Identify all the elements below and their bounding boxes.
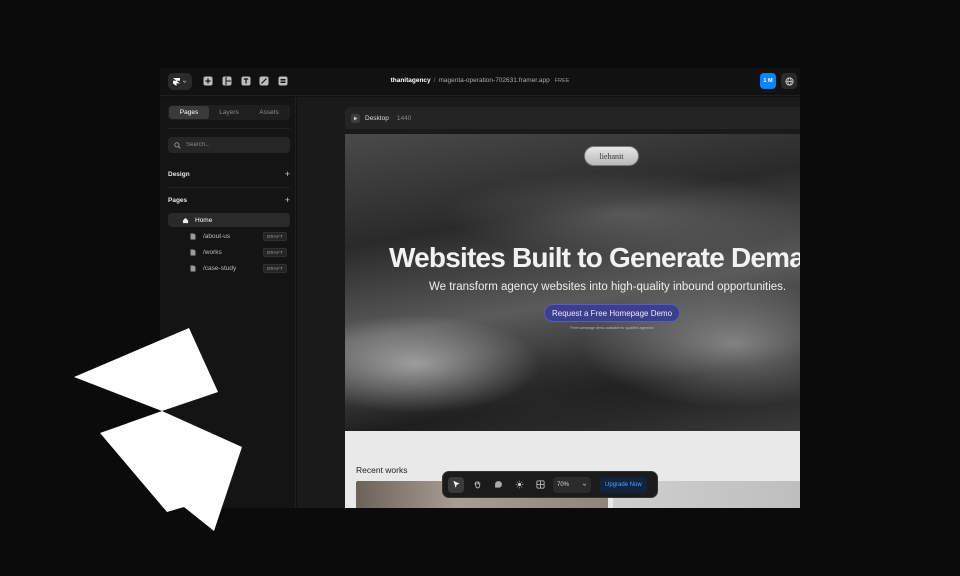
globe-icon (784, 76, 794, 86)
search-box (168, 137, 290, 153)
recent-works-heading[interactable]: Recent works (356, 465, 408, 475)
divider (168, 128, 290, 129)
draft-badge: DRAFT (263, 264, 287, 273)
publish-globe-button[interactable] (781, 73, 797, 89)
grid-tool-button[interactable] (532, 477, 548, 493)
page-item-label: /about-us (203, 232, 231, 240)
hand-icon (473, 480, 480, 489)
add-design-plus-icon[interactable]: + (285, 169, 290, 179)
frame-width: 1440 (396, 114, 412, 122)
page-item-works[interactable]: /works DRAFT (168, 245, 290, 259)
cursor-tool-button[interactable] (448, 476, 464, 493)
page-item-case-study[interactable]: /case-study DRAFT (168, 261, 290, 275)
framer-logo-icon (74, 328, 242, 531)
zoom-select[interactable]: 70% (553, 476, 591, 493)
tab-pages[interactable]: Pages (169, 106, 209, 119)
sun-icon (515, 480, 523, 489)
project-title: thanitagency / magenta-operation-702631.fr… (160, 77, 800, 84)
page-icon (189, 248, 197, 256)
search-icon (174, 141, 181, 149)
draft-badge: DRAFT (263, 248, 287, 257)
hero-section[interactable]: liehanit Websites Built to Generate Dema… (345, 134, 800, 431)
site-domain[interactable]: magenta-operation-702631.framer.app (438, 77, 549, 84)
add-page-plus-icon[interactable]: + (285, 195, 290, 205)
design-label: Design (168, 170, 190, 178)
page-item-label: /case-study (203, 264, 237, 272)
request-demo-button[interactable]: Request a Free Homepage Demo (544, 304, 680, 322)
framer-editor-window: thanitagency / magenta-operation-702631.fr… (160, 68, 800, 508)
design-canvas[interactable]: Desktop 1440 liehanit Websites Built to … (297, 97, 800, 508)
draft-badge: DRAFT (263, 232, 287, 241)
site-nav-logo[interactable]: liehanit (584, 146, 639, 166)
comment-tool-button[interactable] (490, 477, 506, 493)
cursor-icon (452, 480, 460, 488)
frame-name: Desktop (365, 114, 389, 122)
hand-tool-button[interactable] (469, 477, 485, 493)
frame-header[interactable]: Desktop 1440 (345, 107, 800, 129)
plan-badge: FREE (554, 78, 570, 84)
cta-footnote: Free homepage demo available for qualifi… (570, 326, 654, 330)
tab-assets[interactable]: Assets (249, 106, 289, 119)
search-input[interactable] (186, 142, 286, 148)
page-item-about-us[interactable]: /about-us DRAFT (168, 229, 290, 243)
design-section-header[interactable]: Design + (168, 168, 290, 180)
home-icon (181, 216, 189, 224)
preview-play-icon[interactable] (351, 113, 360, 123)
page-item-home[interactable]: Home (168, 213, 290, 227)
upgrade-now-button[interactable]: Upgrade Now (600, 476, 647, 493)
avatar[interactable]: 1 M (760, 73, 776, 89)
pages-section-header[interactable]: Pages + (168, 194, 290, 206)
chevron-down-icon (582, 483, 587, 486)
project-name[interactable]: thanitagency (391, 77, 431, 84)
hero-headline[interactable]: Websites Built to Generate Dema (389, 242, 800, 274)
page-item-label: /works (203, 248, 222, 256)
top-bar: thanitagency / magenta-operation-702631.fr… (160, 68, 800, 96)
page-item-label: Home (195, 216, 213, 224)
grid-icon (535, 480, 545, 489)
theme-toggle-button[interactable] (511, 477, 527, 493)
sidebar-tabs: Pages Layers Assets (168, 105, 290, 120)
page-icon (189, 264, 197, 272)
hero-subline[interactable]: We transform agency websites into high-q… (429, 281, 786, 293)
tab-layers[interactable]: Layers (209, 106, 249, 119)
zoom-value: 70% (557, 481, 570, 488)
divider (168, 187, 290, 188)
pages-label: Pages (168, 196, 188, 204)
comment-icon (494, 481, 502, 488)
bottom-toolbar: 70% Upgrade Now (442, 471, 658, 498)
breadcrumb-separator: / (433, 77, 436, 84)
site-preview-frame[interactable]: liehanit Websites Built to Generate Dema… (345, 134, 800, 508)
page-icon (189, 232, 197, 240)
